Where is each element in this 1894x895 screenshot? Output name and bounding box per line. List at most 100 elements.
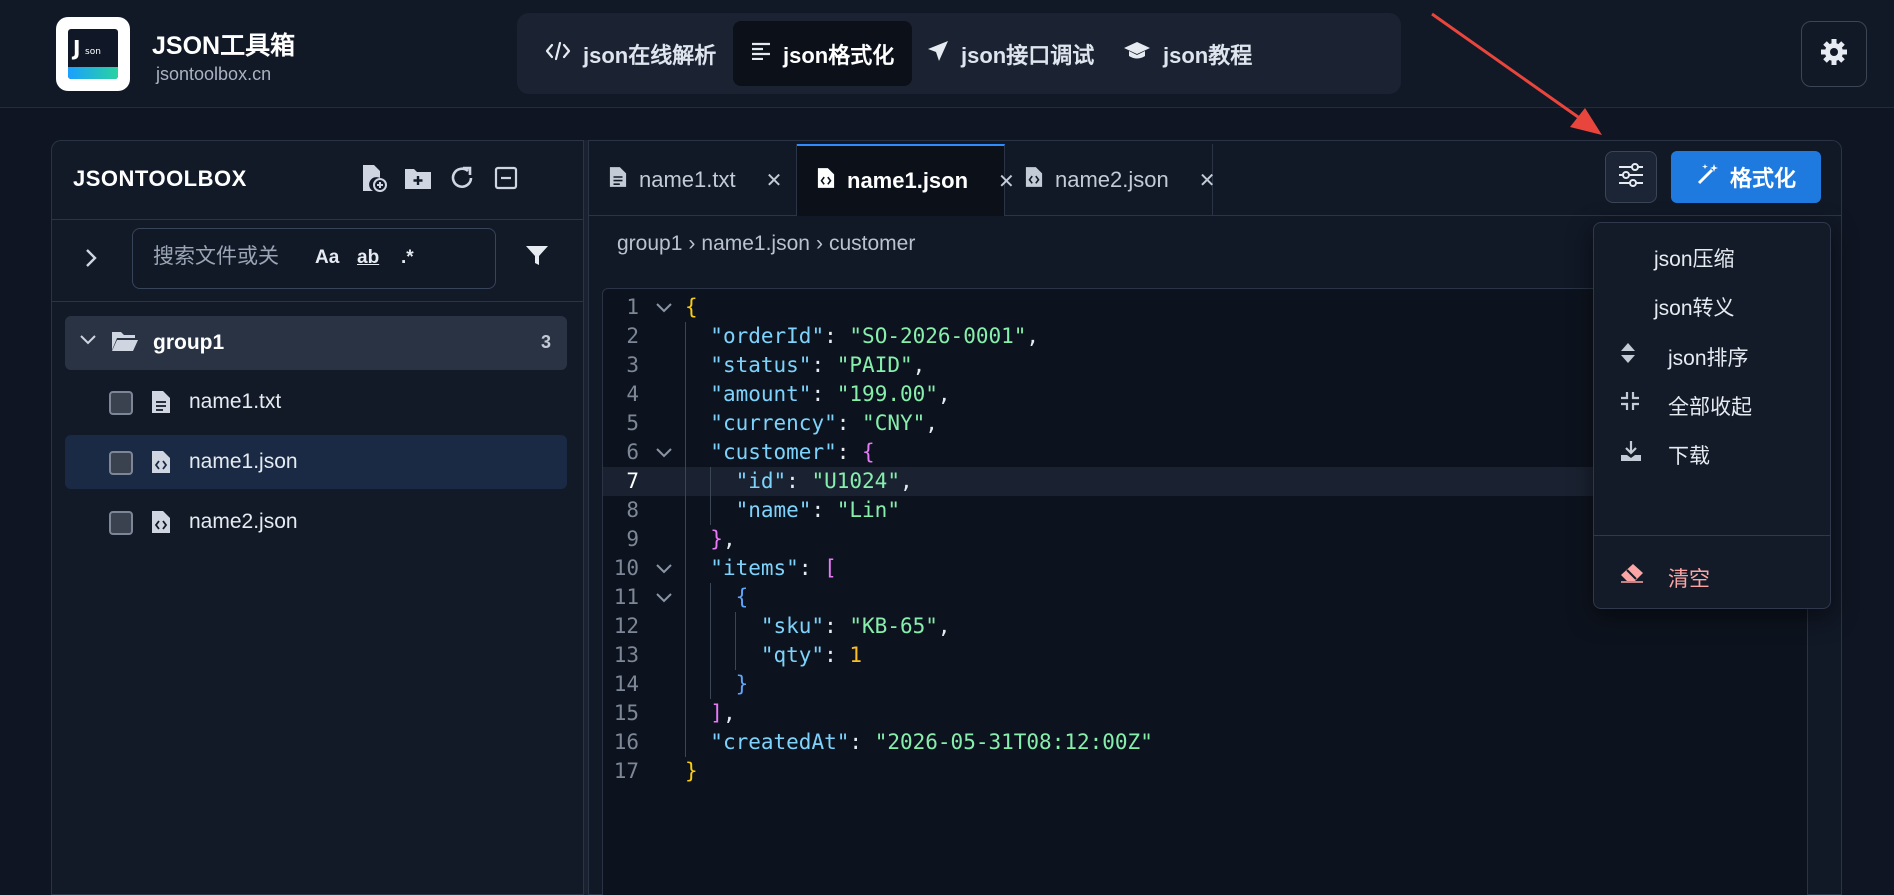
format-button[interactable]: 格式化: [1671, 151, 1821, 203]
line-number: 16: [613, 730, 639, 754]
chevron-down-icon: [79, 330, 97, 353]
refresh-button[interactable]: [447, 165, 477, 195]
tab-name1-txt[interactable]: name1.txt ✕: [589, 144, 797, 216]
code-file-icon: [151, 510, 171, 539]
folder-name: group1: [153, 331, 225, 354]
new-file-button[interactable]: [359, 164, 389, 197]
indent-guide: [710, 583, 711, 699]
code-text: "createdAt": "2026-05-31T08:12:00Z": [710, 730, 1153, 754]
tab-name1-json[interactable]: name1.json ✕: [797, 144, 1015, 216]
file-checkbox[interactable]: [109, 391, 133, 415]
file-sidebar: JSONTOOLBOX Aa ab .*: [51, 140, 584, 895]
code-text: "orderId": "SO-2026-0001",: [710, 324, 1040, 348]
text-file-icon: [151, 390, 171, 419]
code-text: "id": "U1024",: [735, 469, 913, 493]
breadcrumb-file[interactable]: name1.json: [701, 232, 810, 256]
line-number: 12: [613, 614, 639, 638]
line-number: 9: [626, 527, 639, 551]
breadcrumb-group[interactable]: group1: [617, 232, 682, 256]
menu-item-download[interactable]: 下载: [1594, 427, 1830, 475]
align-left-icon: [751, 42, 771, 66]
code-file-icon: [151, 450, 171, 479]
file-checkbox[interactable]: [109, 451, 133, 475]
menu-divider: [1594, 535, 1830, 536]
breadcrumb: group1 › name1.json › customer: [617, 232, 915, 256]
new-folder-icon: [404, 166, 432, 195]
breadcrumb-separator: ›: [815, 232, 823, 255]
collapse-all-button[interactable]: [491, 165, 521, 195]
code-file-icon: [1025, 166, 1043, 194]
breadcrumb-separator: ›: [688, 232, 696, 255]
nav-json-api-debug[interactable]: json接口调试: [909, 21, 1112, 86]
file-search-box: Aa ab .*: [132, 228, 496, 289]
line-number: 14: [613, 672, 639, 696]
menu-item-json-escape[interactable]: json转义: [1594, 279, 1830, 327]
settings-button[interactable]: [1801, 21, 1867, 87]
download-icon: [1620, 440, 1642, 468]
tab-name2-json[interactable]: name2.json ✕: [1005, 144, 1216, 216]
code-text: "items": [: [710, 556, 837, 580]
text-file-icon: [609, 166, 627, 194]
editor-tab-bar: name1.txt ✕ name1.json ✕ name2.json ✕ 格式…: [589, 141, 1841, 216]
code-line[interactable]: 16 "createdAt": "2026-05-31T08:12:00Z": [603, 728, 1807, 757]
code-text: "currency": "CNY",: [710, 411, 938, 435]
menu-item-json-sort[interactable]: json排序: [1594, 329, 1830, 377]
code-line[interactable]: 12 "sku": "KB-65",: [603, 612, 1807, 641]
sidebar-divider: [52, 301, 584, 302]
line-number: 7: [626, 469, 639, 493]
code-text: "qty": 1: [760, 643, 863, 667]
app-logo[interactable]: Json: [56, 17, 130, 91]
menu-item-json-compress[interactable]: json压缩: [1594, 230, 1830, 278]
tree-file-item[interactable]: name1.json: [65, 435, 567, 489]
code-text: "customer": {: [710, 440, 875, 464]
line-number: 11: [613, 585, 639, 609]
code-text: ],: [710, 701, 736, 725]
paper-plane-icon: [927, 40, 949, 68]
tree-folder-group[interactable]: group1 3: [65, 316, 567, 370]
filter-icon: [525, 246, 549, 271]
match-case-toggle[interactable]: Aa: [315, 247, 339, 269]
regex-toggle[interactable]: .*: [401, 247, 414, 269]
code-line[interactable]: 14 }: [603, 670, 1807, 699]
indent-guide: [685, 322, 686, 757]
minus-square-icon: [494, 166, 518, 195]
menu-item-collapse-all[interactable]: 全部收起: [1594, 378, 1830, 426]
options-dropdown-menu: json压缩 json转义 json排序 全部收起 下载 清空: [1593, 222, 1831, 609]
line-number: 1: [626, 295, 639, 319]
nav-json-tutorial[interactable]: json教程: [1105, 21, 1270, 86]
breadcrumb-node[interactable]: customer: [829, 232, 915, 256]
code-line[interactable]: 15 ],: [603, 699, 1807, 728]
app-subtitle: jsontoolbox.cn: [156, 64, 272, 84]
line-number: 8: [626, 498, 639, 522]
line-number: 6: [626, 440, 639, 464]
app-title: JSON工具箱: [152, 32, 296, 60]
file-checkbox[interactable]: [109, 511, 133, 535]
line-number: 15: [613, 701, 639, 725]
line-number: 5: [626, 411, 639, 435]
main-nav: json在线解析 json格式化 json接口调试 json教程: [517, 13, 1401, 94]
match-word-toggle[interactable]: ab: [357, 247, 379, 269]
menu-item-clear[interactable]: 清空: [1594, 550, 1830, 598]
filter-button[interactable]: [525, 245, 549, 272]
eraser-icon: [1620, 563, 1644, 589]
code-icon: [545, 41, 571, 67]
tree-file-item[interactable]: name1.txt: [65, 375, 567, 429]
close-tab-icon[interactable]: ✕: [1199, 168, 1216, 193]
new-folder-button[interactable]: [403, 165, 433, 195]
chevron-right-icon[interactable]: [84, 247, 98, 275]
code-text: {: [735, 585, 749, 609]
sort-icon: [1620, 342, 1636, 370]
line-number: 13: [613, 643, 639, 667]
new-file-icon: [361, 164, 387, 197]
file-search-input[interactable]: [153, 245, 303, 269]
code-line[interactable]: 13 "qty": 1: [603, 641, 1807, 670]
more-options-button[interactable]: [1605, 151, 1657, 203]
code-text: {: [685, 295, 698, 319]
code-line[interactable]: 17}: [603, 757, 1807, 786]
line-number: 3: [626, 353, 639, 377]
nav-json-parse[interactable]: json在线解析: [527, 21, 734, 86]
close-tab-icon[interactable]: ✕: [766, 168, 783, 193]
refresh-icon: [449, 165, 475, 196]
nav-json-format[interactable]: json格式化: [733, 21, 913, 86]
tree-file-item[interactable]: name2.json: [65, 495, 567, 549]
